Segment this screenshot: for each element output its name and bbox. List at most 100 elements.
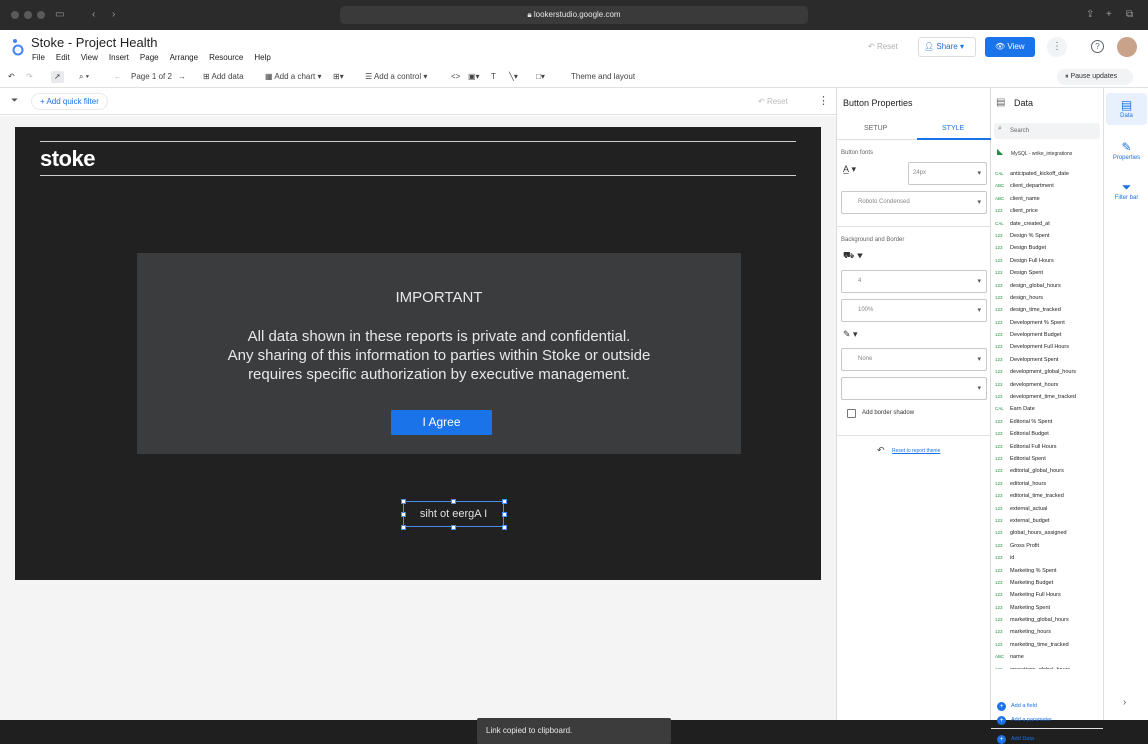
menu-help[interactable]: Help bbox=[254, 53, 270, 62]
field-list-item[interactable]: 123 Development Full Hours bbox=[995, 341, 1101, 353]
undo-icon[interactable]: ↶ bbox=[8, 71, 15, 83]
field-list-item[interactable]: 123 editorial_time_tracked bbox=[995, 490, 1101, 502]
data-source-name[interactable]: MySQL - wrike_integrations bbox=[1011, 151, 1072, 157]
menu-view[interactable]: View bbox=[81, 53, 98, 62]
border-style-dropdown[interactable] bbox=[841, 377, 987, 400]
field-list-item[interactable]: ABC name bbox=[995, 651, 1101, 663]
resize-handle[interactable] bbox=[502, 512, 507, 517]
field-list-item[interactable]: CAL anticipated_kickoff_date bbox=[995, 168, 1101, 180]
address-bar[interactable]: 🔒︎ lookerstudio.google.com bbox=[340, 6, 808, 24]
zoom-icon[interactable]: ⌕ ▾ bbox=[79, 71, 89, 83]
border-radius-dropdown[interactable]: 4 bbox=[841, 270, 987, 293]
theme-layout-button[interactable]: Theme and layout bbox=[571, 71, 635, 83]
add-quick-filter-button[interactable]: + Add quick filter bbox=[31, 93, 108, 110]
field-list-item[interactable]: ABC client_department bbox=[995, 180, 1101, 192]
font-color-picker[interactable]: A̲ ▾ bbox=[843, 164, 856, 175]
field-list-item[interactable]: 123 Development % Spent bbox=[995, 317, 1101, 329]
filterbar-more-icon[interactable]: ⋮ bbox=[818, 94, 829, 107]
community-viz-icon[interactable]: ⊞▾ bbox=[333, 71, 344, 83]
resize-handle[interactable] bbox=[451, 525, 456, 530]
confidentiality-notice[interactable]: IMPORTANT All data shown in these report… bbox=[137, 253, 741, 454]
resize-handle[interactable] bbox=[401, 525, 406, 530]
tab-setup[interactable]: SETUP bbox=[864, 125, 887, 132]
menu-insert[interactable]: Insert bbox=[109, 53, 129, 62]
share-button[interactable]: 👤︎ Share ▾ bbox=[918, 37, 976, 57]
forward-icon[interactable]: › bbox=[112, 8, 115, 22]
add-control-button[interactable]: ☰ Add a control ▾ bbox=[365, 71, 427, 83]
filter-icon[interactable]: ⏷ bbox=[11, 95, 18, 106]
field-list-item[interactable]: 123 Development Spent bbox=[995, 354, 1101, 366]
menu-file[interactable]: File bbox=[32, 53, 45, 62]
field-list-item[interactable]: 123 Development Budget bbox=[995, 329, 1101, 341]
field-list-item[interactable]: 123 development_global_hours bbox=[995, 366, 1101, 378]
tab-style[interactable]: STYLE bbox=[942, 125, 964, 132]
field-list-item[interactable]: 123 global_hours_assigned bbox=[995, 527, 1101, 539]
window-minimize-dot[interactable] bbox=[24, 11, 32, 19]
resize-handle[interactable] bbox=[401, 512, 406, 517]
field-list-item[interactable]: 123 Gross Profit bbox=[995, 540, 1101, 552]
field-list-item[interactable]: 123 external_budget bbox=[995, 515, 1101, 527]
field-list-item[interactable]: 123 Editorial Spent bbox=[995, 453, 1101, 465]
border-weight-dropdown[interactable]: None bbox=[841, 348, 987, 371]
window-zoom-dot[interactable] bbox=[37, 11, 45, 19]
reset-button[interactable]: ↶ Reset bbox=[868, 42, 898, 51]
looker-studio-logo-icon[interactable] bbox=[11, 38, 25, 56]
view-button[interactable]: 👁︎ View bbox=[985, 37, 1035, 57]
previous-page-icon[interactable]: ← bbox=[114, 71, 122, 83]
add-field-link[interactable]: Add a field bbox=[1011, 703, 1037, 709]
top-divider-line[interactable] bbox=[40, 141, 796, 142]
shape-icon[interactable]: □▾ bbox=[536, 71, 545, 83]
field-list-item[interactable]: 123operations_global_hours bbox=[995, 664, 1101, 669]
border-shadow-checkbox[interactable] bbox=[847, 409, 856, 418]
avatar[interactable] bbox=[1117, 37, 1137, 57]
field-list-item[interactable]: CAL Earn Date bbox=[995, 403, 1101, 415]
field-list-item[interactable]: 123 Editorial Budget bbox=[995, 428, 1101, 440]
bottom-divider-line[interactable] bbox=[40, 175, 796, 176]
menu-arrange[interactable]: Arrange bbox=[170, 53, 198, 62]
resize-handle[interactable] bbox=[502, 499, 507, 504]
font-family-dropdown[interactable]: Roboto Condensed bbox=[841, 191, 987, 214]
menu-resource[interactable]: Resource bbox=[209, 53, 243, 62]
line-icon[interactable]: ╲▾ bbox=[509, 71, 518, 83]
field-list-item[interactable]: 123 marketing_global_hours bbox=[995, 614, 1101, 626]
report-canvas[interactable]: stoke IMPORTANT All data shown in these … bbox=[15, 127, 821, 580]
image-icon[interactable]: ▣▾ bbox=[468, 71, 480, 83]
field-list-item[interactable]: 123 marketing_time_tracked bbox=[995, 639, 1101, 651]
report-title[interactable]: Stoke - Project Health bbox=[31, 35, 157, 50]
select-pointer-icon[interactable]: ➚ bbox=[51, 71, 64, 83]
field-list-item[interactable]: 123 development_time_tracked bbox=[995, 391, 1101, 403]
opacity-dropdown[interactable]: 100% bbox=[841, 299, 987, 322]
collapse-panel-icon[interactable]: › bbox=[1123, 697, 1126, 708]
resize-handle[interactable] bbox=[401, 499, 406, 504]
field-list-item[interactable]: 123 Editorial % Spent bbox=[995, 416, 1101, 428]
pause-updates-button[interactable]: ⏸︎ Pause updates bbox=[1057, 69, 1133, 85]
next-page-icon[interactable]: → bbox=[178, 71, 186, 83]
field-list-item[interactable]: 123 Design Full Hours bbox=[995, 255, 1101, 267]
menu-edit[interactable]: Edit bbox=[56, 53, 70, 62]
field-list-item[interactable]: 123 Marketing Spent bbox=[995, 602, 1101, 614]
font-size-dropdown[interactable]: 24px bbox=[908, 162, 987, 185]
tabs-overview-icon[interactable]: ⧉ bbox=[1126, 8, 1133, 22]
field-list-item[interactable]: CAL date_created_at bbox=[995, 218, 1101, 230]
page-indicator[interactable]: Page 1 of 2 bbox=[131, 71, 172, 83]
i-agree-button[interactable]: I Agree bbox=[391, 410, 492, 435]
sidebar-toggle-icon[interactable]: ▭ bbox=[55, 8, 64, 22]
new-tab-icon[interactable]: + bbox=[1106, 8, 1112, 22]
field-list-item[interactable]: 123 Marketing % Spent bbox=[995, 565, 1101, 577]
field-list-item[interactable]: 123 client_price bbox=[995, 205, 1101, 217]
resize-handle[interactable] bbox=[451, 499, 456, 504]
background-color-picker[interactable]: ⛟ ▾ bbox=[843, 250, 863, 262]
add-data-source-link[interactable]: Add Data bbox=[1011, 736, 1034, 742]
field-list-item[interactable]: 123 Design Spent bbox=[995, 267, 1101, 279]
field-list-item[interactable]: 123 development_hours bbox=[995, 379, 1101, 391]
field-list-item[interactable]: 123 external_actual bbox=[995, 503, 1101, 515]
field-list-item[interactable]: 123 editorial_hours bbox=[995, 478, 1101, 490]
border-color-picker[interactable]: ✎ ▾ bbox=[843, 329, 858, 340]
menu-page[interactable]: Page bbox=[140, 53, 159, 62]
back-icon[interactable]: ‹ bbox=[92, 8, 95, 22]
rail-data-button[interactable]: ▤ Data bbox=[1106, 93, 1147, 125]
field-list-item[interactable]: 123 Design Budget bbox=[995, 242, 1101, 254]
help-icon[interactable]: ? bbox=[1091, 40, 1104, 53]
field-list-item[interactable]: 123 Editorial Full Hours bbox=[995, 441, 1101, 453]
add-chart-button[interactable]: ▦ Add a chart ▾ bbox=[265, 71, 322, 83]
